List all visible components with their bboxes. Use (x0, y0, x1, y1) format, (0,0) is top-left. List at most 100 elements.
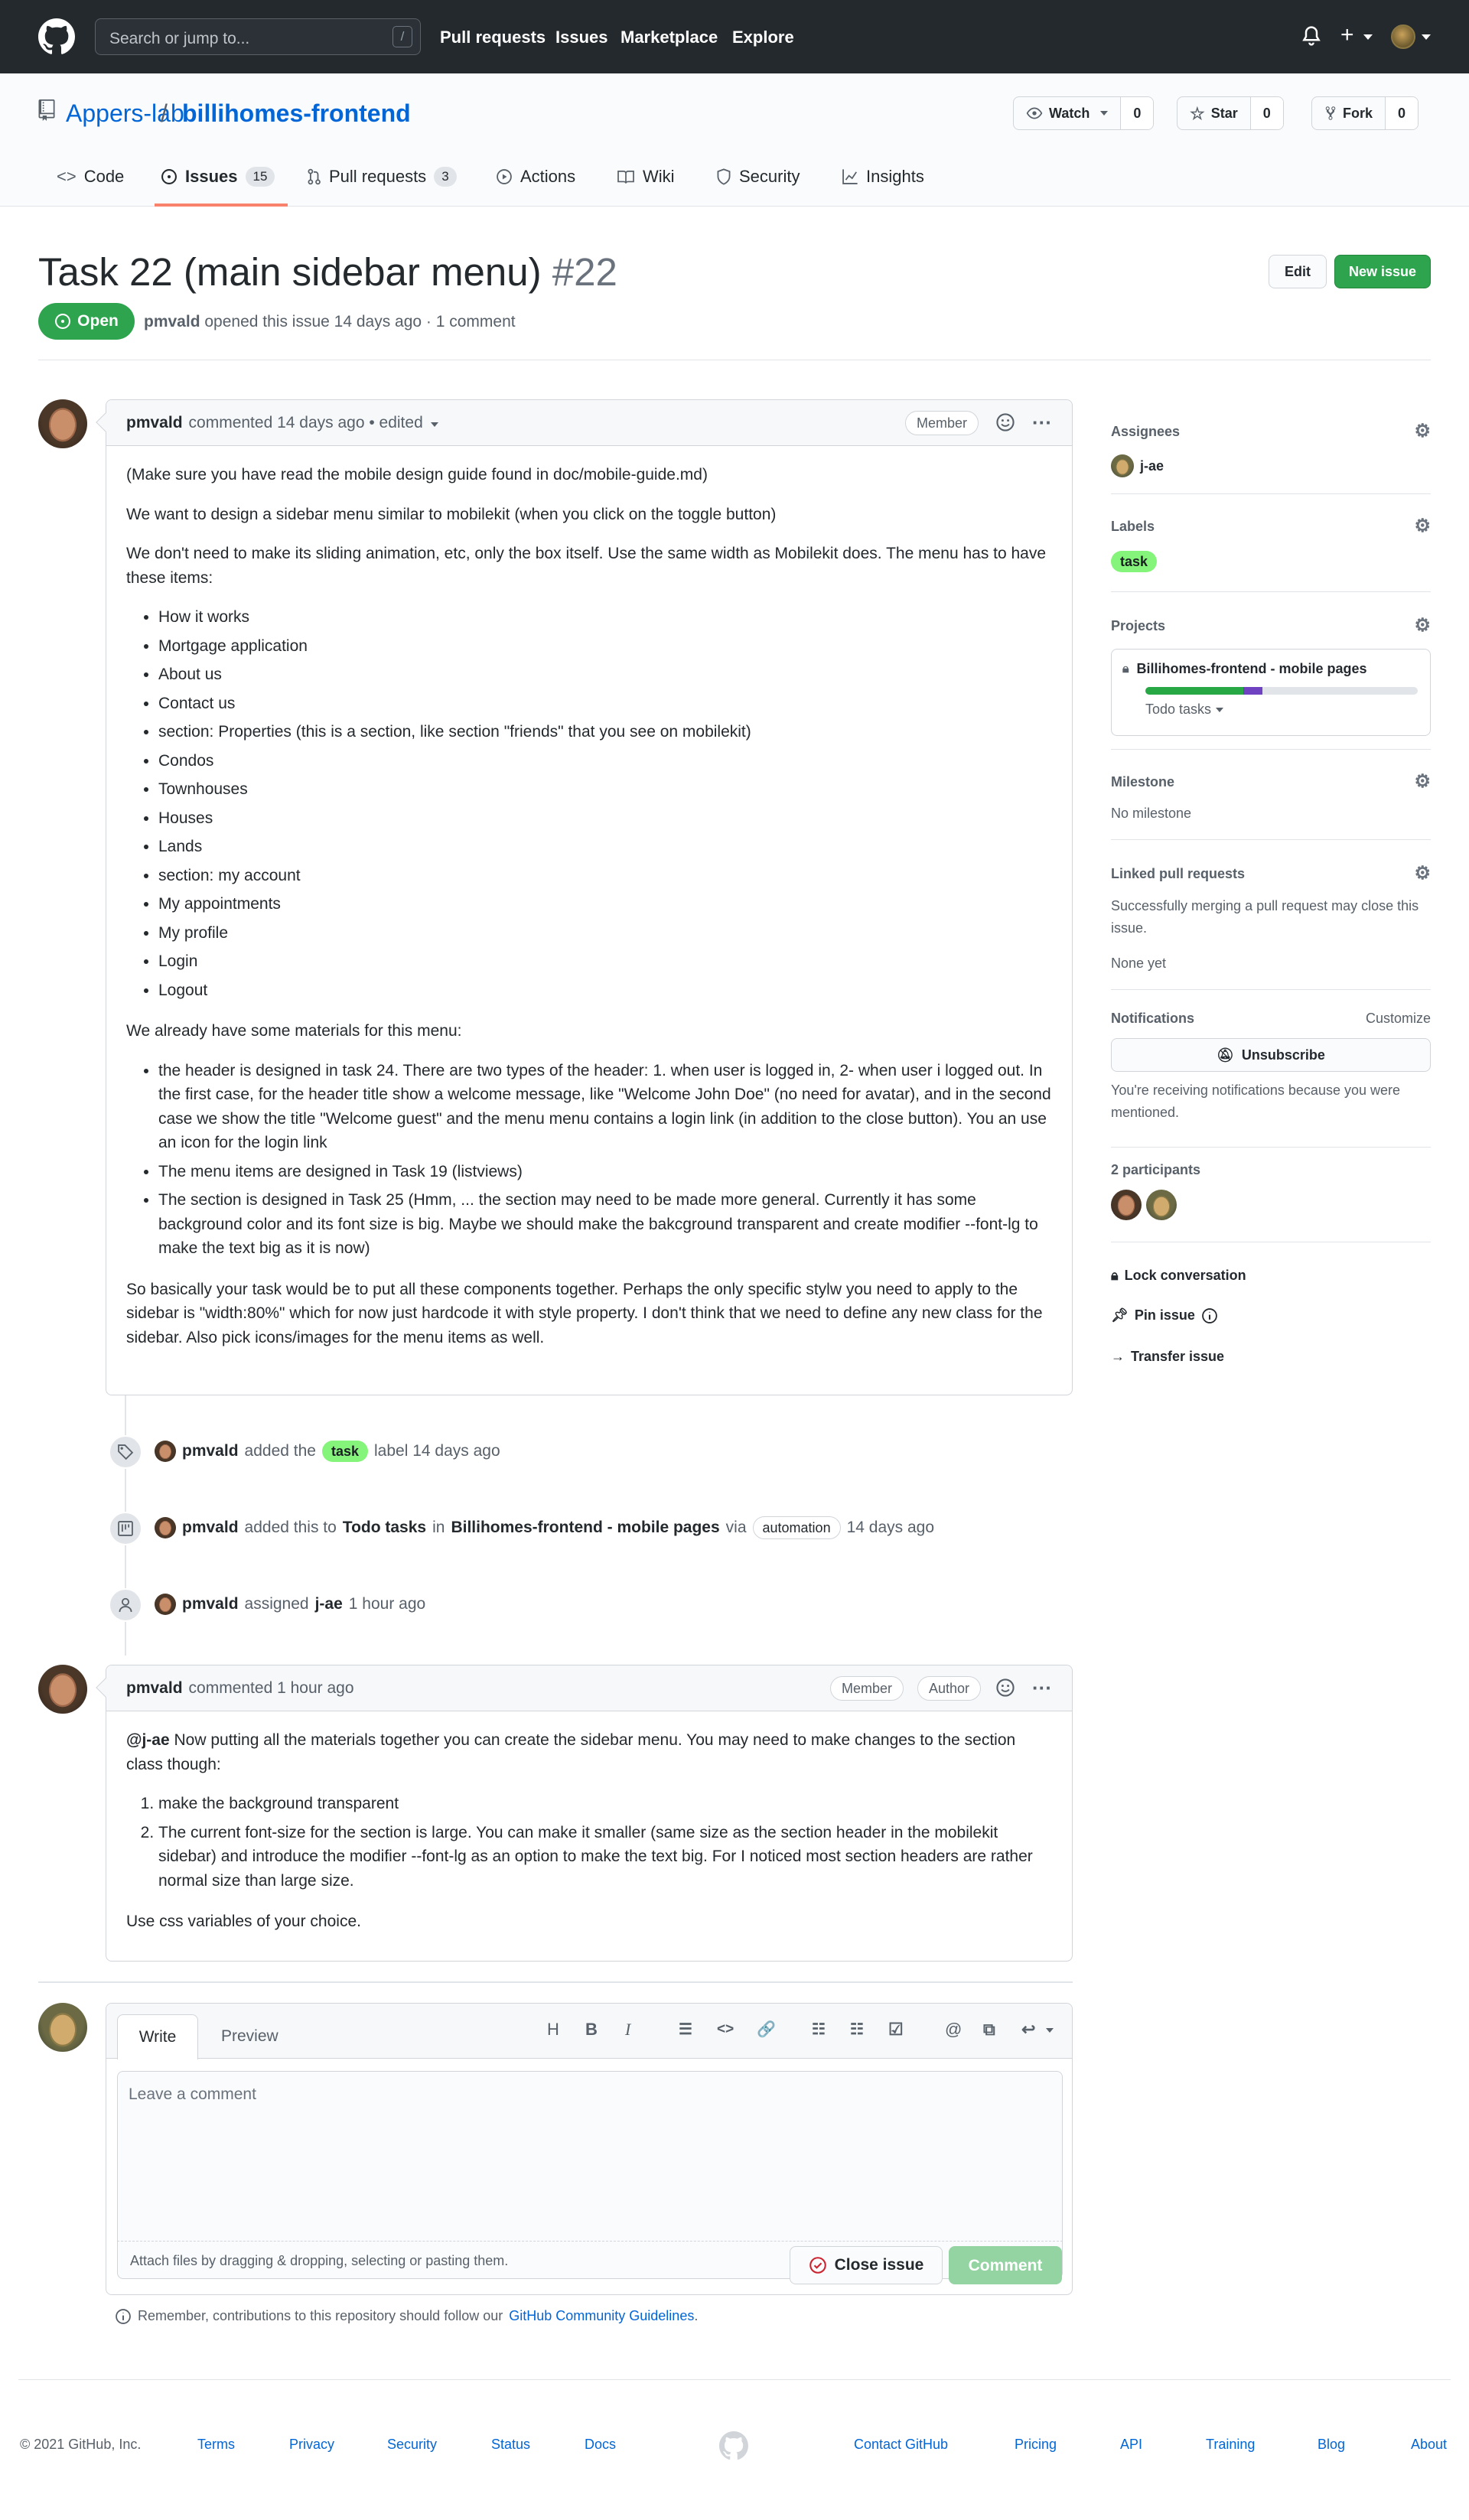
project-card-title[interactable]: 🔒︎ Billihomes-frontend - mobile pages (1122, 659, 1419, 679)
heading-icon[interactable]: H (547, 2020, 559, 2039)
event-user-avatar[interactable] (155, 1516, 176, 1538)
label-task[interactable]: task (1111, 551, 1158, 572)
unsubscribe-button[interactable]: 🔕︎ Unsubscribe (1111, 1038, 1431, 1072)
footer-link-privacy[interactable]: Privacy (289, 2434, 334, 2455)
project-link[interactable]: Billihomes-frontend - mobile pages (451, 1516, 719, 1540)
comment-author[interactable]: pmvald (126, 411, 183, 435)
comment-submit-button[interactable]: Comment (949, 2246, 1062, 2284)
link-icon[interactable]: 🔗 (757, 2020, 776, 2039)
github-mark-icon[interactable] (719, 2431, 748, 2460)
event-user[interactable]: pmvald (182, 1439, 239, 1463)
nav-explore[interactable]: Explore (732, 24, 794, 50)
commenter-avatar[interactable] (38, 399, 87, 448)
footer-link-terms[interactable]: Terms (197, 2434, 235, 2455)
tab-wiki[interactable]: Wiki (617, 164, 675, 189)
comment-timestamp[interactable]: commented 14 days ago • edited (189, 411, 423, 435)
footer-link-docs[interactable]: Docs (585, 2434, 616, 2455)
issue-author-link[interactable]: pmvald (144, 313, 200, 330)
participant-avatar[interactable] (1146, 1190, 1177, 1220)
lock-conversation-button[interactable]: 🔒︎ Lock conversation (1111, 1265, 1246, 1286)
nav-pull-requests[interactable]: Pull requests (440, 24, 546, 50)
task-list-icon[interactable]: ☑ (888, 2020, 904, 2039)
watch-count[interactable]: 0 (1120, 97, 1154, 129)
assignee-link[interactable]: j-ae (315, 1592, 343, 1617)
tab-write[interactable]: Write (117, 2014, 198, 2059)
smiley-icon[interactable] (995, 412, 1015, 432)
fork-count[interactable]: 0 (1385, 97, 1419, 129)
smiley-icon[interactable] (995, 1678, 1015, 1698)
projects-header[interactable]: Projects ⚙ (1111, 612, 1431, 640)
repo-name-link[interactable]: billihomes-frontend (182, 95, 411, 132)
labels-header[interactable]: Labels ⚙ (1111, 513, 1431, 540)
chevron-down-icon[interactable] (1046, 2028, 1054, 2033)
participant-avatar[interactable] (1111, 1190, 1142, 1220)
footer-link-pricing[interactable]: Pricing (1015, 2434, 1057, 2455)
gear-icon[interactable]: ⚙ (1414, 418, 1431, 445)
comment-textarea[interactable]: Leave a comment (117, 2071, 1063, 2241)
star-count[interactable]: 0 (1249, 97, 1283, 129)
reply-icon[interactable]: ↩ (1021, 2020, 1035, 2039)
bold-icon[interactable]: B (585, 2020, 598, 2039)
footer-link-about[interactable]: About (1411, 2434, 1447, 2455)
user-mention[interactable]: @j-ae (126, 1731, 170, 1749)
kebab-horizontal-icon[interactable]: ··· (1032, 412, 1052, 432)
tab-code[interactable]: <> Code (57, 164, 124, 189)
star-button[interactable]: ☆ Star 0 (1177, 96, 1284, 130)
current-user-avatar[interactable] (38, 2003, 87, 2052)
gear-icon[interactable]: ⚙ (1414, 768, 1431, 796)
mention-icon[interactable]: @ (945, 2020, 962, 2039)
project-column-link[interactable]: Todo tasks (343, 1516, 426, 1540)
github-logo-icon[interactable] (38, 18, 75, 55)
tab-pull-requests[interactable]: Pull requests 3 (306, 164, 457, 189)
label-task[interactable]: task (321, 1440, 368, 1462)
watch-button[interactable]: Watch 0 (1013, 96, 1155, 130)
footer-link-status[interactable]: Status (491, 2434, 530, 2455)
user-avatar[interactable] (1391, 24, 1415, 49)
assignee-item[interactable]: j-ae (1111, 454, 1431, 477)
commenter-avatar[interactable] (38, 1665, 87, 1714)
info-icon[interactable] (1201, 1307, 1218, 1324)
footer-link-contact[interactable]: Contact GitHub (854, 2434, 948, 2455)
event-user[interactable]: pmvald (182, 1516, 239, 1540)
italic-icon[interactable]: I (625, 2020, 630, 2039)
gear-icon[interactable]: ⚙ (1414, 513, 1431, 540)
chevron-down-icon[interactable] (430, 422, 438, 427)
nav-issues[interactable]: Issues (555, 24, 608, 50)
footer-link-blog[interactable]: Blog (1318, 2434, 1345, 2455)
bell-icon[interactable] (1301, 24, 1322, 47)
guidelines-link[interactable]: GitHub Community Guidelines (509, 2306, 694, 2326)
linked-prs-header[interactable]: Linked pull requests ⚙ (1111, 860, 1431, 887)
nav-marketplace[interactable]: Marketplace (620, 24, 718, 50)
project-column-select[interactable]: Todo tasks (1145, 699, 1419, 720)
kebab-horizontal-icon[interactable]: ··· (1032, 1678, 1052, 1698)
comment-author[interactable]: pmvald (126, 1676, 183, 1701)
gear-icon[interactable]: ⚙ (1414, 860, 1431, 887)
ordered-list-icon[interactable]: ☷ (850, 2020, 864, 2039)
customize-link[interactable]: Customize (1366, 1008, 1431, 1029)
search-input[interactable]: Search or jump to... / (95, 18, 421, 55)
tab-actions[interactable]: Actions (496, 164, 575, 189)
tab-security[interactable]: Security (716, 164, 800, 189)
cross-reference-icon[interactable]: ⧉ (983, 2020, 995, 2039)
transfer-issue-button[interactable]: → Transfer issue (1111, 1346, 1224, 1367)
new-issue-button[interactable]: New issue (1334, 255, 1431, 288)
comment-timestamp[interactable]: commented 1 hour ago (189, 1676, 354, 1701)
footer-link-training[interactable]: Training (1206, 2434, 1255, 2455)
plus-icon[interactable]: + (1340, 23, 1354, 47)
close-issue-button[interactable]: Close issue (790, 2246, 943, 2284)
code-icon[interactable]: <> (717, 2020, 734, 2039)
tab-preview[interactable]: Preview (221, 2014, 278, 2059)
assignees-header[interactable]: Assignees ⚙ (1111, 418, 1431, 445)
gear-icon[interactable]: ⚙ (1414, 612, 1431, 640)
event-user-avatar[interactable] (155, 1593, 176, 1615)
event-user[interactable]: pmvald (182, 1592, 239, 1617)
tab-insights[interactable]: Insights (842, 164, 924, 189)
edit-title-button[interactable]: Edit (1269, 255, 1327, 288)
fork-button[interactable]: Fork 0 (1311, 96, 1419, 130)
unordered-list-icon[interactable]: ☷ (812, 2020, 826, 2039)
pin-issue-button[interactable]: 📌︎ Pin issue (1111, 1305, 1218, 1326)
tab-issues[interactable]: Issues 15 (161, 164, 275, 189)
footer-link-api[interactable]: API (1120, 2434, 1142, 2455)
milestone-header[interactable]: Milestone ⚙ (1111, 768, 1431, 796)
quote-icon[interactable]: ☰ (679, 2020, 692, 2039)
